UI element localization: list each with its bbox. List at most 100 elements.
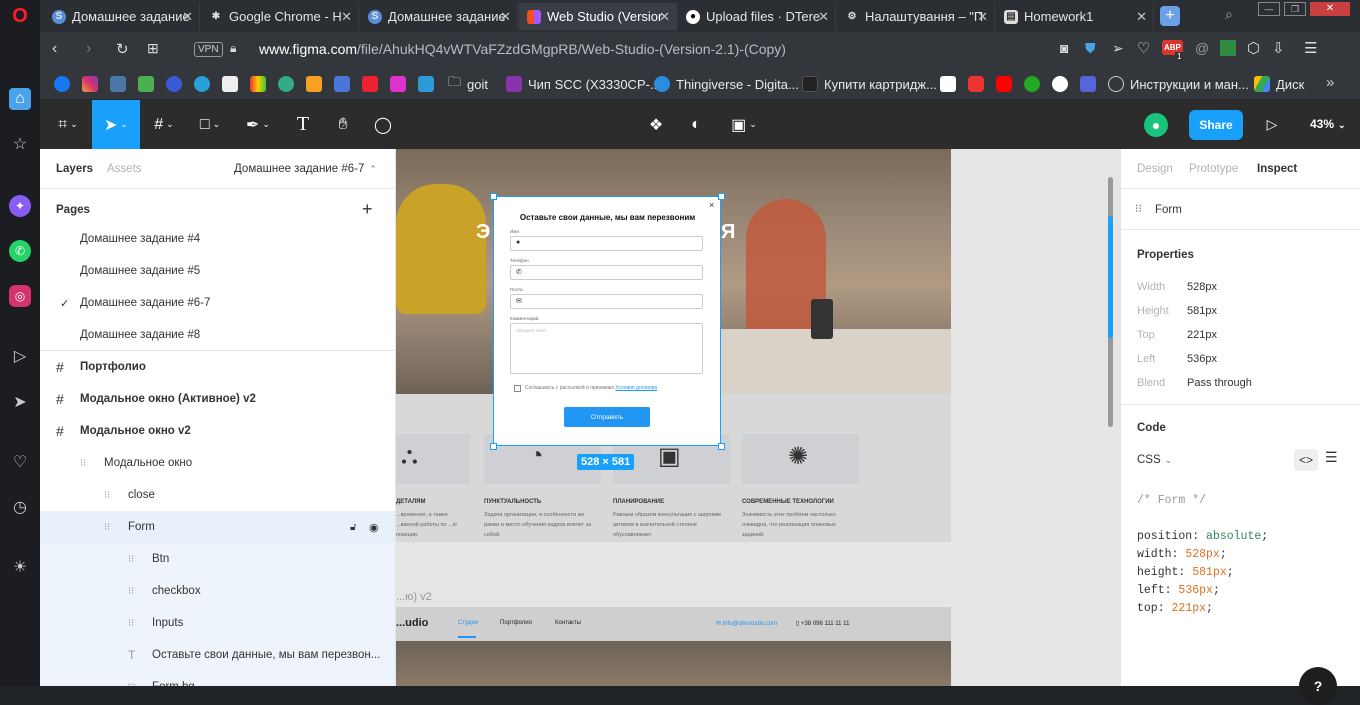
bookmark-chip[interactable]: Чип SCC (X3330CP-... xyxy=(506,75,661,93)
bookmark-thingiverse[interactable]: Thingiverse - Digita... xyxy=(654,75,799,93)
send-icon[interactable]: ➢ xyxy=(1112,40,1124,57)
bookmark-cartridge[interactable]: Купити картридж... xyxy=(802,75,937,93)
layer-row[interactable]: ⁝⁝ Form 🔓︎ ◉ xyxy=(40,511,395,543)
components-icon[interactable]: ❖ xyxy=(646,100,666,149)
property-value[interactable]: 221px xyxy=(1187,329,1217,341)
close-window-button[interactable]: ✕ xyxy=(1310,2,1350,16)
tab-6[interactable]: ⚙ Налаштування – "П ✕ xyxy=(837,3,995,30)
bookmark-icon[interactable] xyxy=(250,76,266,92)
layer-row[interactable]: □ Form bg xyxy=(40,671,395,686)
close-icon[interactable]: ✕ xyxy=(977,9,988,25)
move-tool-icon[interactable]: ➤ ⌄ xyxy=(92,100,140,149)
bookmark-icon[interactable] xyxy=(278,76,294,92)
close-icon[interactable]: ✕ xyxy=(182,9,193,25)
back-icon[interactable]: ‹ xyxy=(52,40,57,58)
layer-row[interactable]: T Оставьте свои данные, мы вам перезвон..… xyxy=(40,639,395,671)
comment-tool-icon[interactable]: ◯ xyxy=(368,100,398,149)
close-icon[interactable]: ✕ xyxy=(659,9,670,25)
page-item[interactable]: ✓ Домашнее задание #6-7 xyxy=(40,287,395,319)
visibility-icon[interactable]: ◉ xyxy=(369,521,379,534)
hand-tool-icon[interactable]: ✋︎ xyxy=(328,100,358,149)
tab-inspect[interactable]: Inspect xyxy=(1257,163,1297,175)
document-icon[interactable] xyxy=(222,76,238,92)
present-icon[interactable]: ▷ xyxy=(1262,100,1282,149)
bookmark-icon[interactable] xyxy=(390,76,406,92)
layer-row[interactable]: ⁝⁝ close xyxy=(40,479,395,511)
download-icon[interactable]: ⇩ xyxy=(1272,39,1285,57)
tab-design[interactable]: Design xyxy=(1137,163,1173,175)
page-item[interactable]: Домашнее задание #5 xyxy=(40,255,395,287)
layer-row[interactable]: ⁝⁝ checkbox xyxy=(40,575,395,607)
bookmark-icon[interactable] xyxy=(968,76,984,92)
instagram-icon[interactable]: ◎ xyxy=(9,285,31,307)
mask-icon[interactable]: ◐ xyxy=(686,100,706,149)
rectangle-tool-icon[interactable]: □ ⌄ xyxy=(190,100,230,149)
canvas[interactable]: Э Я ⛬ ◔ ▣ ✺ ДЕТАЛЯМ ПУНКТУАЛЬНОСТЬ ПЛАНИ… xyxy=(396,149,1120,686)
extension-icon[interactable]: @ xyxy=(1195,40,1209,56)
heart-icon[interactable]: ♡ xyxy=(1137,39,1150,57)
share-button[interactable]: Share xyxy=(1189,110,1243,140)
vk-icon[interactable] xyxy=(110,76,126,92)
restore-button[interactable]: ❐ xyxy=(1284,2,1306,16)
code-view-icon[interactable]: <> xyxy=(1294,449,1318,471)
resize-handle[interactable] xyxy=(490,193,497,200)
bookmark-icon[interactable] xyxy=(1024,76,1040,92)
bookmark-icon[interactable] xyxy=(166,76,182,92)
layer-row[interactable]: # Модальное окно v2 xyxy=(40,415,395,447)
pen-tool-icon[interactable]: ✒ ⌄ xyxy=(238,100,278,149)
tab-2[interactable]: ✱ Google Chrome - H ✕ xyxy=(201,3,359,30)
forward-icon[interactable]: › xyxy=(86,40,91,58)
extension-green-icon[interactable] xyxy=(1220,40,1236,56)
property-value[interactable]: 528px xyxy=(1187,281,1217,293)
avatar[interactable]: ● xyxy=(1144,113,1168,137)
resize-handle[interactable] xyxy=(718,443,725,450)
bookmarks-icon[interactable]: ☆ xyxy=(9,133,31,155)
help-button[interactable]: ? xyxy=(1299,667,1337,705)
tab-layers[interactable]: Layers xyxy=(56,163,93,175)
bookmark-icon[interactable] xyxy=(306,76,322,92)
lightbulb-icon[interactable]: ☀ xyxy=(9,556,31,578)
property-value[interactable]: 536px xyxy=(1187,353,1217,365)
layer-row[interactable]: # Портфолио xyxy=(40,351,395,383)
bookmark-icon[interactable] xyxy=(334,76,350,92)
vpn-badge[interactable]: VPN xyxy=(194,42,223,57)
layer-row[interactable]: ⁝⁝ Btn xyxy=(40,543,395,575)
gmail-icon[interactable] xyxy=(940,76,956,92)
close-icon[interactable]: ✕ xyxy=(1136,9,1147,25)
home-icon[interactable]: ⌂ xyxy=(9,88,31,110)
more-bookmarks-icon[interactable]: » xyxy=(1326,74,1334,91)
bookmark-icon[interactable] xyxy=(362,76,378,92)
url-field[interactable]: www.figma.com/file/AhukHQ4vWTVaFZzdGMgpR… xyxy=(259,41,786,57)
camera-icon[interactable]: ◙ xyxy=(1060,40,1068,56)
whatsapp-icon[interactable]: ✆ xyxy=(9,240,31,262)
page-selector[interactable]: Домашнее задание #6-7 ⌃ xyxy=(234,163,377,175)
unlock-icon[interactable]: 🔓︎ xyxy=(350,522,356,533)
cube-icon[interactable]: ⬡ xyxy=(1247,39,1260,57)
frame-label[interactable]: ...ю) v2 xyxy=(396,591,432,603)
frame-tool-icon[interactable]: # ⌄ xyxy=(144,100,184,149)
opera-logo-icon[interactable]: O xyxy=(9,5,31,27)
history-icon[interactable]: ◷ xyxy=(9,496,31,518)
speed-dial-icon[interactable]: ⊞ xyxy=(147,40,159,57)
resize-handle[interactable] xyxy=(490,443,497,450)
resize-handle[interactable] xyxy=(718,193,725,200)
tab-4[interactable]: Web Studio (Versior ✕ xyxy=(519,3,677,30)
tab-5[interactable]: ● Upload files · DTere ✕ xyxy=(678,3,836,30)
bookmark-icon[interactable] xyxy=(1080,76,1096,92)
tab-assets[interactable]: Assets xyxy=(107,163,142,175)
layer-row[interactable]: ⁝⁝ Inputs xyxy=(40,607,395,639)
layer-row[interactable]: ⁝⁝ Модальное окно xyxy=(40,447,395,479)
telegram-icon[interactable] xyxy=(194,76,210,92)
heart-icon[interactable]: ♡ xyxy=(9,451,31,473)
layer-row[interactable]: # Модальное окно (Активное) v2 xyxy=(40,383,395,415)
close-icon[interactable]: ✕ xyxy=(500,9,511,25)
bookmark-drive[interactable]: Диск xyxy=(1254,75,1304,93)
figma-menu-icon[interactable]: ⌗ ⌄ xyxy=(48,100,88,149)
player-icon[interactable]: ▷ xyxy=(9,345,31,367)
tab-prototype[interactable]: Prototype xyxy=(1189,163,1238,175)
list-view-icon[interactable]: ☰ xyxy=(1325,449,1338,466)
close-icon[interactable]: ✕ xyxy=(818,9,829,25)
tab-3[interactable]: S Домашнее задание ✕ xyxy=(360,3,518,30)
bookmark-icon[interactable] xyxy=(138,76,154,92)
page-item[interactable]: Домашнее задание #8 xyxy=(40,319,395,351)
